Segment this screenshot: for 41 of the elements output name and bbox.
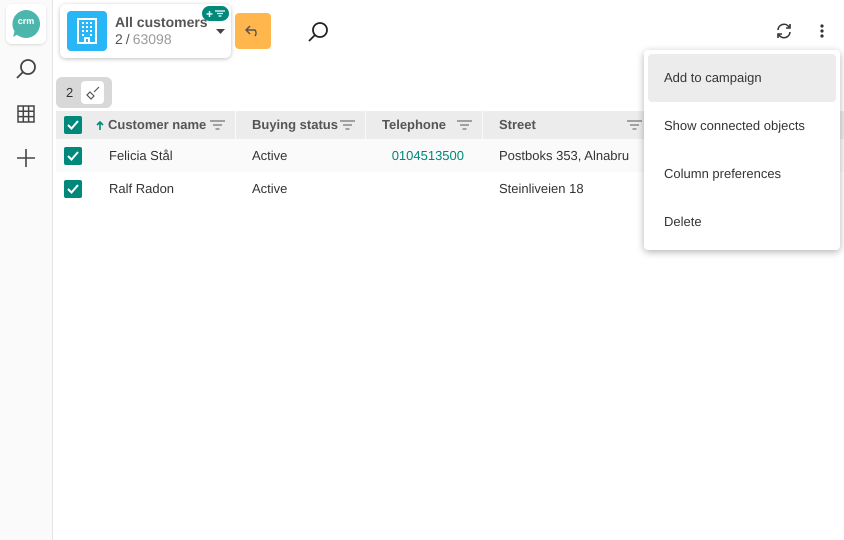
sort-ascending-icon xyxy=(96,120,104,130)
logo-text: crm xyxy=(16,17,36,26)
refresh-icon[interactable] xyxy=(776,23,792,39)
column-label: Telephone xyxy=(382,116,446,134)
plus-sign: + xyxy=(206,8,213,20)
speech-bubble-icon xyxy=(11,9,41,39)
filter-icon[interactable] xyxy=(210,120,225,130)
plus-icon[interactable] xyxy=(16,148,36,168)
more-options-icon[interactable] xyxy=(820,24,824,38)
filter-badge[interactable]: + xyxy=(202,6,229,21)
column-label: Street xyxy=(499,116,536,134)
table-cell-text: Steinliveien 18 xyxy=(499,180,584,198)
selected-count: 2 xyxy=(115,31,123,48)
dropdown-caret-icon xyxy=(216,29,225,34)
grid-icon[interactable] xyxy=(16,104,36,124)
clear-selection-button[interactable] xyxy=(81,81,104,104)
selection-count: 2 xyxy=(66,84,74,102)
table-cell-text: Active xyxy=(252,180,288,198)
search-icon[interactable] xyxy=(307,21,329,43)
total-count: 63098 xyxy=(132,31,172,48)
table-cell-text: Active xyxy=(252,146,288,165)
filter-icon[interactable] xyxy=(627,120,642,130)
table-cell-text: Ralf Radon xyxy=(109,180,174,198)
count-separator: / xyxy=(126,31,130,48)
filter-icon[interactable] xyxy=(457,120,472,130)
building-icon xyxy=(76,18,98,44)
menu-item[interactable]: Add to campaign xyxy=(648,54,836,102)
table-cell-text: Postboks 353, Alnabru xyxy=(499,146,630,165)
checkbox[interactable] xyxy=(64,180,82,198)
back-button[interactable] xyxy=(235,13,271,49)
column-label: Customer name xyxy=(108,116,206,134)
checkbox[interactable] xyxy=(64,116,82,134)
column-label: Buying status xyxy=(252,116,338,134)
filter-icon xyxy=(215,10,225,17)
filter-icon[interactable] xyxy=(340,120,355,130)
phone-link[interactable]: 0104513500 xyxy=(392,146,464,166)
search-icon[interactable] xyxy=(15,58,37,80)
checkbox[interactable] xyxy=(64,146,82,164)
broom-icon xyxy=(86,86,100,100)
table-cell-text: Felicia Stål xyxy=(109,146,173,165)
view-selector[interactable]: All customers 2 / 63098 + xyxy=(60,4,231,58)
